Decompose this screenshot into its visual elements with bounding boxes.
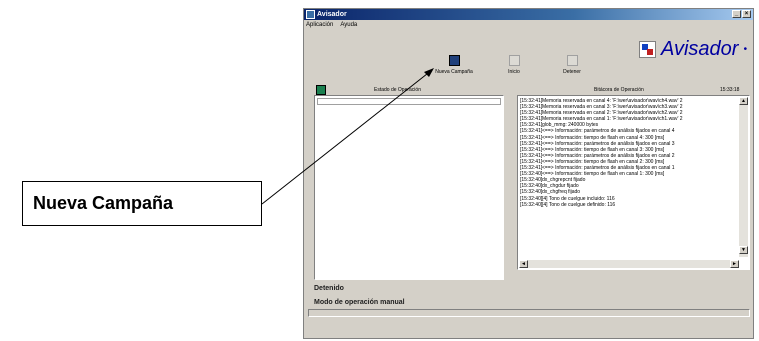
callout-leader-line (261, 68, 434, 205)
callout-label: Nueva Campaña (22, 181, 262, 226)
